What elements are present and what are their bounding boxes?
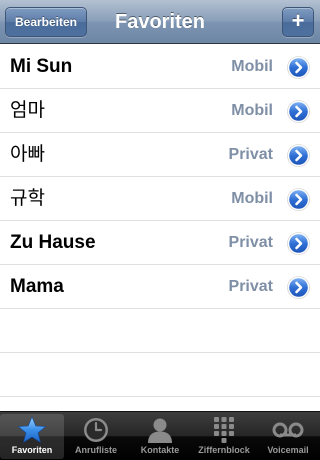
empty-row <box>0 309 320 353</box>
phone-type-label: Mobil <box>231 190 273 207</box>
tab-label: Anrufliste <box>74 445 117 455</box>
phone-type-label: Mobil <box>231 102 273 119</box>
list-item[interactable]: 엄마 Mobil <box>0 89 320 133</box>
list-item[interactable]: 규학 Mobil <box>0 177 320 221</box>
tab-favoriten[interactable]: Favoriten <box>0 414 64 459</box>
detail-disclosure-icon[interactable] <box>287 232 310 255</box>
clock-icon <box>79 415 113 445</box>
tab-bar: Favoriten Anrufliste Kontakte Ziffernblo… <box>0 411 320 460</box>
contact-name: 엄마 <box>10 100 45 121</box>
contact-name: 규학 <box>10 188 45 209</box>
tab-voicemail[interactable]: Voicemail <box>256 412 320 460</box>
list-item[interactable]: Mama Privat <box>0 265 320 309</box>
detail-disclosure-icon[interactable] <box>287 144 310 167</box>
detail-disclosure-icon[interactable] <box>287 100 310 123</box>
phone-type-label: Privat <box>228 234 273 251</box>
add-favorite-button[interactable]: + <box>282 7 314 37</box>
navigation-bar: Bearbeiten Favoriten + <box>0 0 320 44</box>
empty-row <box>0 353 320 397</box>
detail-disclosure-icon[interactable] <box>287 276 310 299</box>
phone-type-label: Mobil <box>231 58 273 75</box>
tab-label: Kontakte <box>140 445 180 455</box>
contact-name: Mi Sun <box>10 56 73 77</box>
tab-label: Voicemail <box>267 445 309 455</box>
list-item[interactable]: Zu Hause Privat <box>0 221 320 265</box>
voicemail-icon <box>271 415 305 445</box>
page-title: Favoriten <box>114 11 206 33</box>
list-item[interactable]: 아빠 Privat <box>0 133 320 177</box>
contact-name: Mama <box>10 276 64 297</box>
detail-disclosure-icon[interactable] <box>287 56 310 79</box>
star-icon <box>15 415 49 445</box>
detail-disclosure-icon[interactable] <box>287 188 310 211</box>
person-icon <box>143 415 177 445</box>
tab-label: Favoriten <box>11 445 53 455</box>
phone-type-label: Privat <box>228 278 273 295</box>
contact-name: Zu Hause <box>10 232 96 253</box>
contact-name: 아빠 <box>10 144 45 165</box>
tab-ziffernblock[interactable]: Ziffernblock <box>192 412 256 460</box>
favorites-list: Mi Sun Mobil 엄마 Mobil 아빠 Privat 규학 Mobil… <box>0 45 320 410</box>
phone-type-label: Privat <box>228 146 273 163</box>
tab-anrufliste[interactable]: Anrufliste <box>64 412 128 460</box>
add-icon: + <box>291 8 305 33</box>
tab-kontakte[interactable]: Kontakte <box>128 412 192 460</box>
list-item[interactable]: Mi Sun Mobil <box>0 45 320 89</box>
keypad-icon <box>207 415 241 445</box>
tab-label: Ziffernblock <box>198 445 250 455</box>
